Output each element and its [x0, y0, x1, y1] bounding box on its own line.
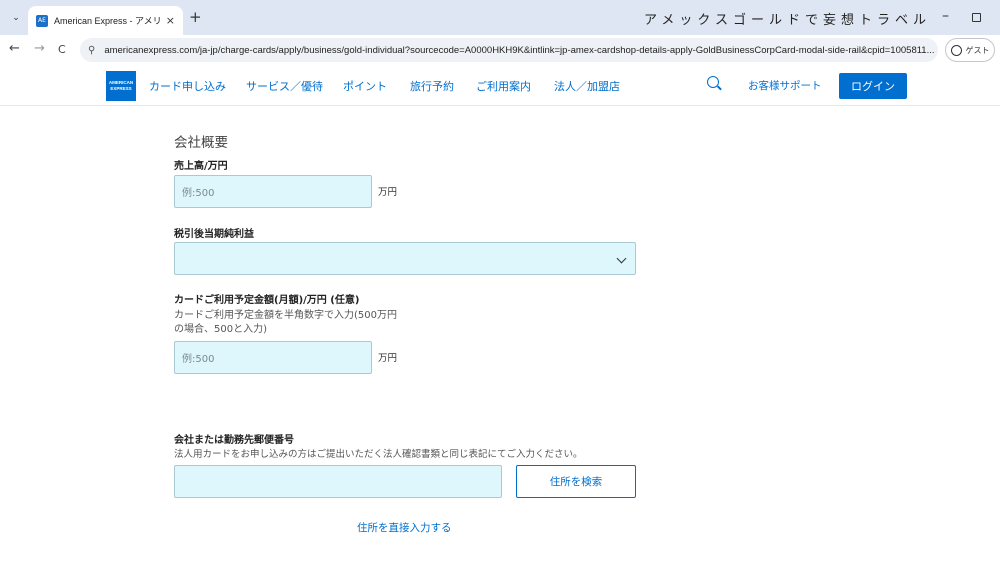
site-settings-icon[interactable]: ⚲ — [88, 45, 95, 56]
back-icon[interactable]: ← — [9, 41, 20, 56]
address-bar[interactable]: ⚲ americanexpress.com/ja-jp/charge-cards… — [80, 38, 938, 62]
card-usage-unit: 万円 — [378, 353, 398, 364]
forward-icon[interactable]: → — [34, 41, 45, 56]
site-header: AMERICAN EXPRESS カード申し込み サービス／優待 ポイント 旅行… — [0, 65, 1000, 106]
reload-icon[interactable]: C — [58, 43, 66, 56]
browser-tab[interactable]: AE American Express - アメリカン･エ × — [28, 6, 183, 35]
sales-label: 売上高/万円 — [174, 161, 228, 172]
postal-label: 会社または勤務先郵便番号 — [174, 435, 294, 446]
sales-input[interactable]: 例:500 — [174, 175, 372, 208]
card-usage-label: カードご利用予定金額(月額)/万円 (任意) — [174, 295, 360, 306]
guest-label: ゲスト — [965, 45, 990, 55]
minimize-icon[interactable]: – — [942, 8, 949, 24]
card-usage-input[interactable]: 例:500 — [174, 341, 372, 374]
nav-travel[interactable]: 旅行予約 — [410, 78, 454, 94]
address-search-button[interactable]: 住所を検索 — [516, 465, 636, 498]
nav-services[interactable]: サービス／優待 — [246, 78, 323, 94]
net-income-label: 税引後当期純利益 — [174, 229, 254, 240]
search-icon[interactable] — [707, 76, 719, 88]
new-tab-icon[interactable]: + — [189, 8, 202, 26]
tab-menu-icon[interactable]: ⌄ — [6, 8, 26, 28]
nav-corporate[interactable]: 法人／加盟店 — [554, 78, 620, 94]
nav-usage-guide[interactable]: ご利用案内 — [476, 78, 531, 94]
section-heading: 会社概要 — [174, 135, 228, 151]
customer-support-link[interactable]: お客様サポート — [748, 78, 822, 93]
sales-unit: 万円 — [378, 187, 398, 198]
card-usage-hint-line2: の場合、500と入力) — [174, 324, 267, 335]
nav-points[interactable]: ポイント — [343, 78, 387, 94]
chevron-down-icon — [616, 253, 627, 264]
amex-favicon-icon: AE — [36, 14, 48, 27]
postal-code-input[interactable] — [174, 465, 502, 498]
guest-profile-icon — [950, 44, 962, 56]
nav-card-apply[interactable]: カード申し込み — [149, 78, 226, 94]
tab-title: American Express - アメリカン･エ — [54, 16, 160, 26]
url-text[interactable]: americanexpress.com/ja-jp/charge-cards/a… — [104, 45, 934, 56]
logo-line2: EXPRESS — [110, 86, 132, 91]
direct-address-input-link[interactable]: 住所を直接入力する — [357, 520, 452, 535]
overlay-banner-text: アメックスゴールドで妄想トラベル — [644, 13, 931, 28]
amex-logo[interactable]: AMERICAN EXPRESS — [106, 71, 136, 101]
postal-hint: 法人用カードをお申し込みの方はご提出いただく法人確認書類と同じ表記にてご入力くだ… — [174, 449, 583, 460]
login-button[interactable]: ログイン — [839, 73, 907, 99]
browser-tabstrip: ⌄ AE American Express - アメリカン･エ × + アメック… — [0, 0, 1000, 35]
card-usage-hint-line1: カードご利用予定金額を半角数字で入力(500万円 — [174, 310, 397, 321]
guest-profile-button[interactable]: ゲスト — [945, 38, 995, 62]
close-icon[interactable]: × — [166, 14, 175, 27]
maximize-icon[interactable] — [972, 13, 981, 22]
browser-toolbar: ← → C ⚲ americanexpress.com/ja-jp/charge… — [0, 35, 1000, 65]
net-income-select[interactable] — [174, 242, 636, 275]
